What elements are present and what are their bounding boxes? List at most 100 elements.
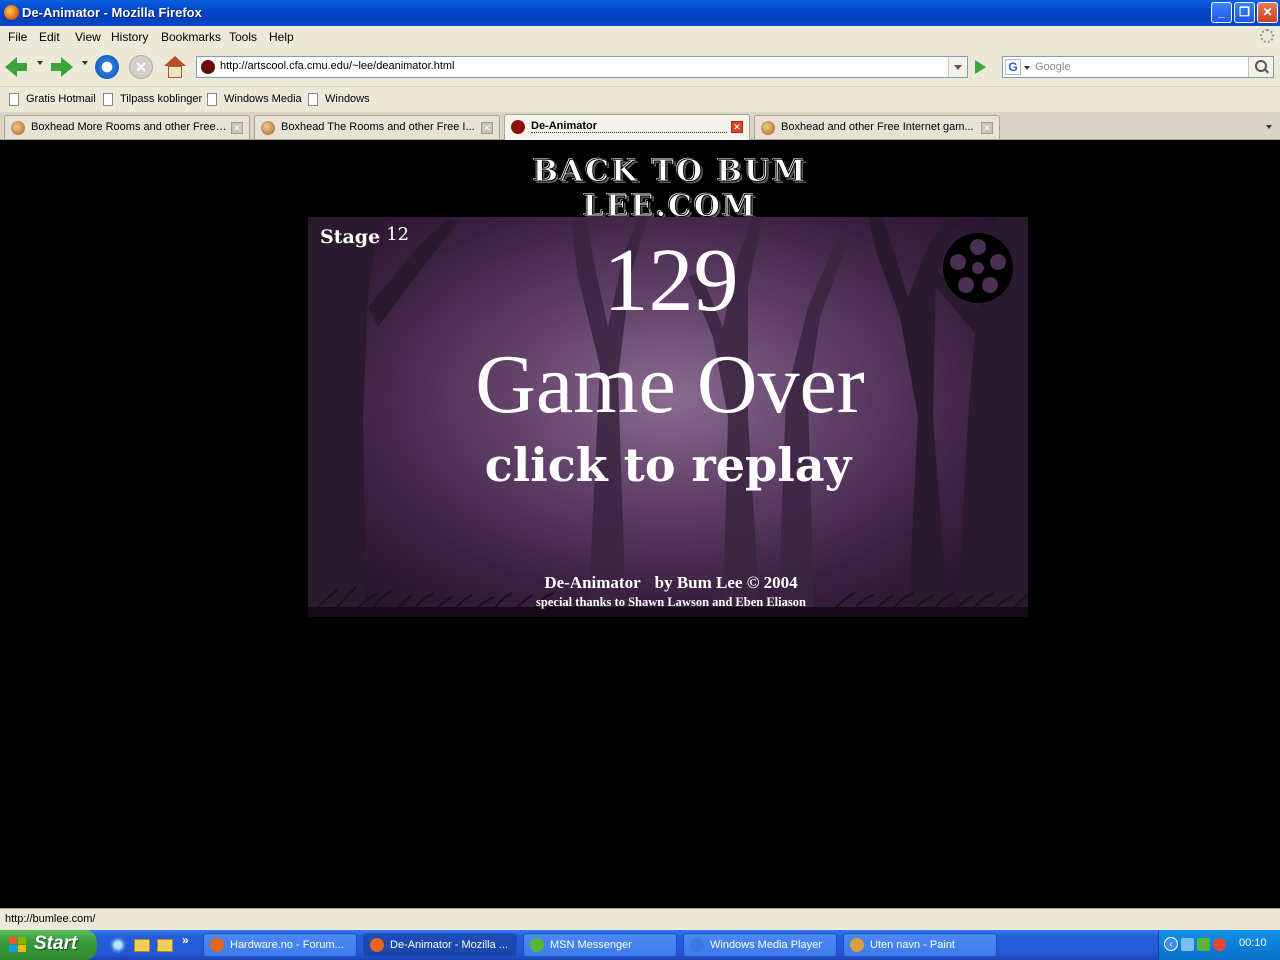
boxhead-favicon-icon	[761, 121, 775, 135]
game-credits: De-Animator by Bum Lee © 2004	[308, 573, 1028, 593]
address-url[interactable]: http://artscool.cfa.cmu.edu/~lee/deanima…	[220, 60, 455, 72]
task-label: Windows Media Player	[710, 939, 822, 951]
restore-button[interactable]: ❐	[1234, 2, 1255, 23]
navigation-toolbar: ✕ http://artscool.cfa.cmu.edu/~lee/deani…	[0, 48, 1280, 86]
tab-boxhead-free-games[interactable]: Boxhead and other Free Internet gam... ✕	[754, 115, 1000, 139]
back-history-dropdown[interactable]	[37, 61, 43, 65]
forward-history-dropdown[interactable]	[82, 61, 88, 65]
address-dropdown[interactable]	[948, 57, 967, 77]
msn-tray-icon[interactable]	[1197, 938, 1210, 951]
tab-boxhead-more-rooms[interactable]: Boxhead More Rooms and other Free ... ✕	[4, 115, 250, 139]
paint-icon	[850, 938, 864, 952]
tab-close-icon[interactable]: ✕	[731, 121, 743, 133]
throbber-icon	[1260, 29, 1274, 43]
game-over-text: Game Over	[475, 338, 865, 431]
replay-button[interactable]: click to replay	[308, 439, 1028, 491]
bookmark-tilpass-koblinger[interactable]: Tilpass koblinger	[120, 93, 202, 105]
folder-icon[interactable]	[157, 939, 173, 952]
task-label: De-Animator - Mozilla ...	[390, 939, 508, 951]
credit-author: by Bum Lee © 2004	[654, 573, 798, 592]
menu-bookmarks[interactable]: Bookmarks	[161, 30, 221, 44]
menu-tools[interactable]: Tools	[229, 30, 257, 44]
close-button[interactable]: ✕	[1257, 2, 1278, 23]
tab-label: Boxhead More Rooms and other Free ...	[31, 121, 227, 133]
firefox-icon	[210, 938, 224, 952]
start-button[interactable]: Start	[0, 930, 97, 960]
minimize-button[interactable]: _	[1211, 2, 1232, 23]
bookmarks-toolbar: Gratis Hotmail Tilpass koblinger Windows…	[0, 86, 1280, 112]
folder-icon[interactable]	[134, 939, 150, 952]
boxhead-favicon-icon	[261, 121, 275, 135]
menu-file[interactable]: File	[8, 30, 27, 44]
tray-expand-icon[interactable]: ‹	[1164, 937, 1178, 951]
firefox-icon	[4, 5, 19, 20]
menu-edit[interactable]: Edit	[39, 30, 60, 44]
all-tabs-dropdown-icon[interactable]	[1260, 115, 1280, 139]
tab-close-icon[interactable]: ✕	[481, 122, 493, 134]
tab-label: De-Animator	[531, 120, 727, 133]
status-text: http://bumlee.com/	[5, 913, 96, 925]
forward-arrow-icon[interactable]	[49, 55, 73, 79]
address-bar[interactable]: http://artscool.cfa.cmu.edu/~lee/deanima…	[196, 56, 968, 78]
windows-flag-icon	[9, 937, 27, 953]
windows-taskbar: Start » Hardware.no - Forum... De-Animat…	[0, 930, 1280, 960]
credit-title: De-Animator	[544, 573, 641, 592]
window-titlebar[interactable]: De-Animator - Mozilla Firefox _ ❐ ✕	[0, 0, 1280, 26]
boxhead-favicon-icon	[11, 121, 25, 135]
security-icon[interactable]	[1213, 938, 1226, 951]
task-label: Uten navn - Paint	[870, 939, 955, 951]
home-icon[interactable]	[163, 55, 187, 79]
back-to-bumlee-link[interactable]: BACK TO BUM LEE.COM	[470, 154, 870, 225]
score-display: 129	[603, 231, 739, 330]
page-icon	[308, 93, 318, 106]
search-input[interactable]: Google	[1035, 61, 1070, 73]
clock: 00:10	[1239, 937, 1267, 949]
de-animator-favicon-icon	[511, 120, 525, 134]
bookmark-windows-media[interactable]: Windows Media	[224, 93, 302, 105]
internet-explorer-icon[interactable]	[110, 937, 126, 953]
system-tray: ‹ 00:10	[1158, 930, 1280, 960]
quick-launch-more[interactable]: »	[182, 933, 189, 947]
status-bar: http://bumlee.com/	[0, 908, 1280, 930]
window-title: De-Animator - Mozilla Firefox	[22, 5, 202, 20]
tab-close-icon[interactable]: ✕	[231, 122, 243, 134]
tab-boxhead-the-rooms[interactable]: Boxhead The Rooms and other Free I... ✕	[254, 115, 500, 139]
taskbar-item-msn-messenger[interactable]: MSN Messenger	[523, 933, 677, 957]
reload-icon[interactable]	[95, 55, 119, 79]
taskbar-item-paint[interactable]: Uten navn - Paint	[843, 933, 997, 957]
back-arrow-icon[interactable]	[5, 55, 29, 79]
menu-bar: File Edit View History Bookmarks Tools H…	[0, 26, 1280, 48]
special-thanks: special thanks to Shawn Lawson and Eben …	[536, 595, 806, 609]
media-player-icon	[690, 938, 704, 952]
tab-close-icon[interactable]: ✕	[981, 122, 993, 134]
page-icon	[207, 93, 217, 106]
taskbar-item-de-animator[interactable]: De-Animator - Mozilla ...	[363, 933, 517, 957]
task-label: Hardware.no - Forum...	[230, 939, 344, 951]
magnifier-icon[interactable]	[1248, 57, 1273, 77]
engine-dropdown-icon[interactable]	[1024, 66, 1030, 70]
tab-label: Boxhead The Rooms and other Free I...	[281, 121, 475, 133]
tab-de-animator[interactable]: De-Animator ✕	[504, 114, 750, 140]
bookmark-gratis-hotmail[interactable]: Gratis Hotmail	[26, 93, 96, 105]
start-label: Start	[34, 933, 78, 954]
page-icon	[9, 93, 19, 106]
network-icon[interactable]	[1181, 938, 1194, 951]
google-engine-icon[interactable]: G	[1005, 59, 1021, 75]
firefox-icon	[370, 938, 384, 952]
msn-buddy-icon	[530, 938, 544, 952]
game-canvas[interactable]: Stage 12 129 Game Over click to replay De…	[308, 217, 1028, 617]
menu-help[interactable]: Help	[269, 30, 294, 44]
taskbar-item-windows-media-player[interactable]: Windows Media Player	[683, 933, 837, 957]
bookmark-windows[interactable]: Windows	[325, 93, 370, 105]
page-content: BACK TO BUM LEE.COM Stage 12 129 Game Ov…	[0, 140, 1280, 908]
menu-history[interactable]: History	[111, 30, 148, 44]
taskbar-item-hardware-forum[interactable]: Hardware.no - Forum...	[203, 933, 357, 957]
menu-view[interactable]: View	[75, 30, 101, 44]
stop-icon[interactable]: ✕	[129, 55, 153, 79]
tab-label: Boxhead and other Free Internet gam...	[781, 121, 974, 133]
task-label: MSN Messenger	[550, 939, 632, 951]
search-bar[interactable]: G Google	[1002, 56, 1274, 78]
tab-strip: Boxhead More Rooms and other Free ... ✕ …	[0, 112, 1280, 140]
go-arrow-icon[interactable]	[972, 59, 988, 75]
page-icon	[103, 93, 113, 106]
